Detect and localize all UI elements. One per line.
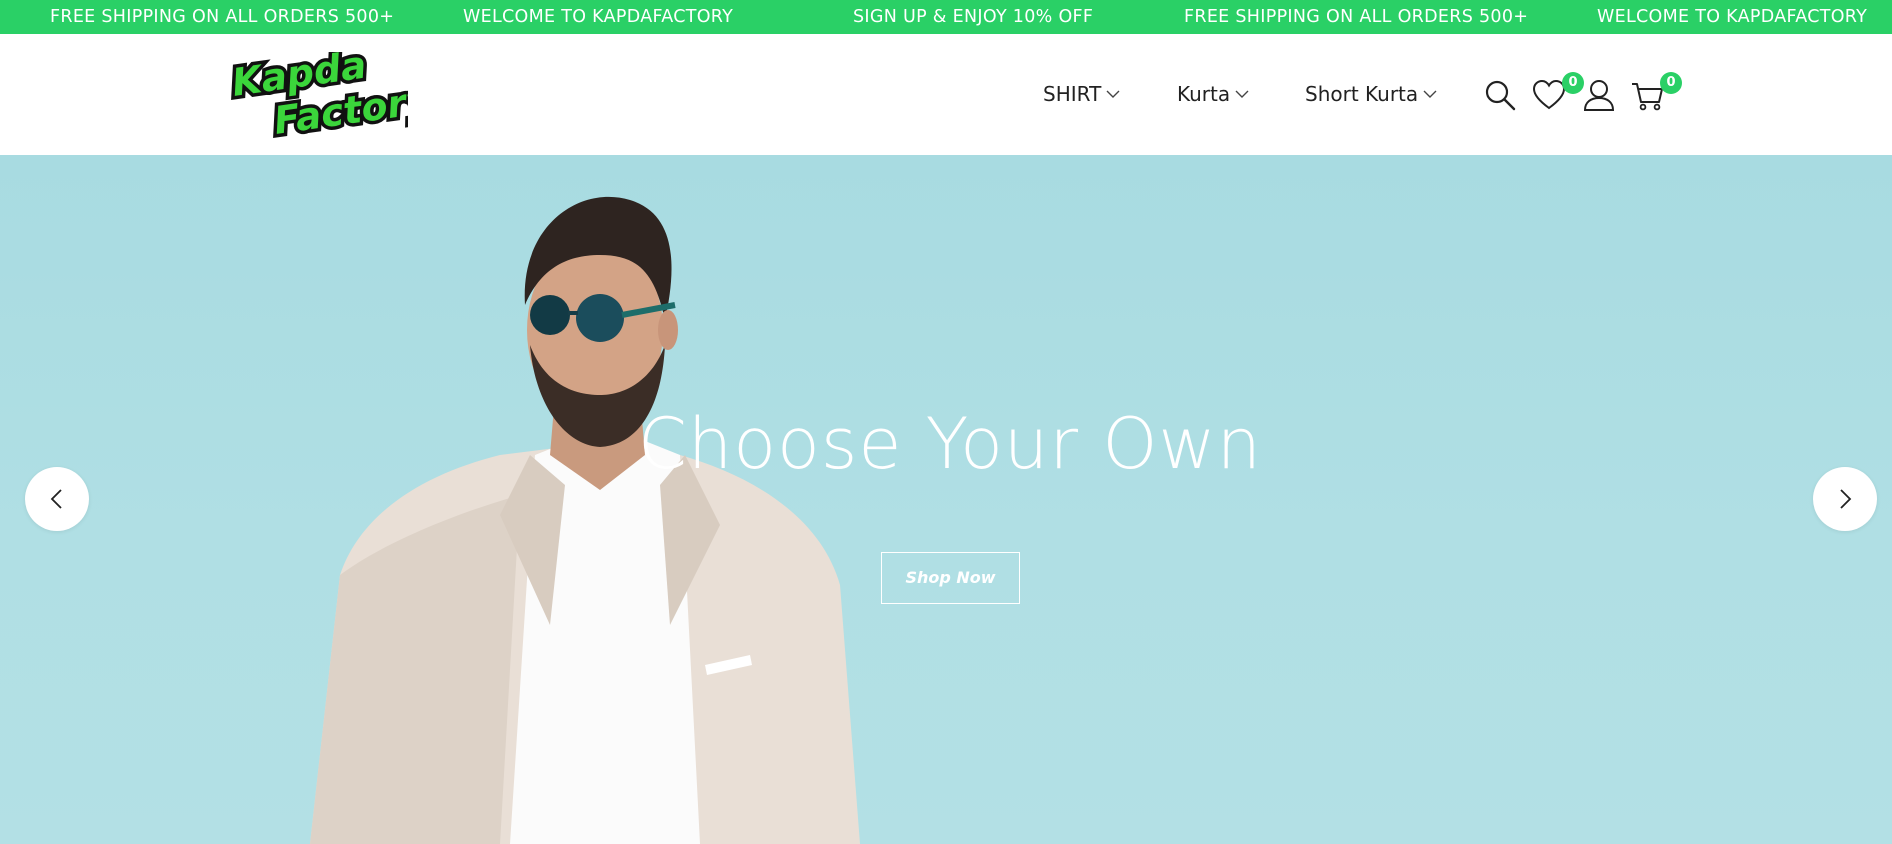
slider-next-button[interactable] (1813, 467, 1877, 531)
hero-title: Choose Your Own (637, 403, 1263, 485)
search-icon[interactable] (1483, 78, 1517, 112)
shop-now-button[interactable]: Shop Now (881, 552, 1020, 604)
chevron-down-icon (1423, 90, 1437, 98)
user-icon[interactable] (1582, 78, 1616, 112)
chevron-right-icon (1840, 489, 1852, 509)
hero-slider: Choose Your Own Shop Now (0, 155, 1892, 844)
chevron-down-icon (1106, 90, 1120, 98)
wishlist-count-badge: 0 (1562, 72, 1584, 94)
nav-shirt-label: SHIRT (1043, 82, 1102, 106)
nav-short-kurta-label: Short Kurta (1305, 82, 1419, 106)
site-header: Kapda Kapda Factory Factory SHIRT Kurta … (0, 34, 1892, 155)
chevron-down-icon (1235, 90, 1249, 98)
announcement-message: WELCOME TO KAPDAFACTORY (1597, 7, 1868, 27)
slider-prev-button[interactable] (25, 467, 89, 531)
chevron-left-icon (50, 489, 62, 509)
nav-shirt[interactable]: SHIRT (1043, 80, 1120, 108)
nav-short-kurta[interactable]: Short Kurta (1305, 80, 1437, 108)
announcement-message: FREE SHIPPING ON ALL ORDERS 500+ (1184, 7, 1529, 27)
cart-count-badge: 0 (1660, 72, 1682, 94)
announcement-bar: FREE SHIPPING ON ALL ORDERS 500+ WELCOME… (0, 0, 1892, 34)
heart-icon[interactable]: 0 (1532, 72, 1584, 112)
nav-kurta[interactable]: Kurta (1177, 80, 1249, 108)
hero-model-image (310, 196, 860, 844)
announcement-message: WELCOME TO KAPDAFACTORY (463, 7, 734, 27)
announcement-message: SIGN UP & ENJOY 10% OFF (853, 7, 1094, 27)
kapdafactory-logo[interactable]: Kapda Kapda Factory Factory (218, 39, 439, 146)
announcement-message: FREE SHIPPING ON ALL ORDERS 500+ (50, 7, 395, 27)
cart-icon[interactable]: 0 (1631, 72, 1682, 112)
nav-kurta-label: Kurta (1177, 82, 1231, 106)
